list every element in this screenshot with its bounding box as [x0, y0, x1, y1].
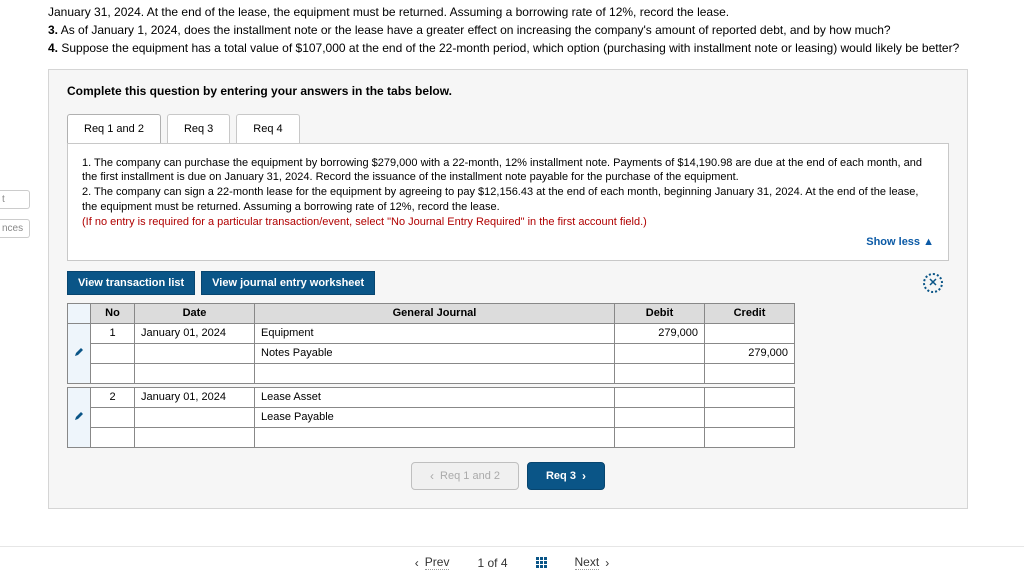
- view-buttons-row: View transaction list View journal entry…: [67, 271, 949, 295]
- chevron-left-icon: ‹: [415, 556, 419, 570]
- page-indicator: 1 of 4: [477, 556, 507, 570]
- cell-date-1c[interactable]: [135, 363, 255, 383]
- cell-debit-1b[interactable]: [615, 343, 705, 363]
- cell-credit-2c[interactable]: [705, 427, 795, 447]
- cell-debit-2b[interactable]: [615, 407, 705, 427]
- desc-part-1: 1. The company can purchase the equipmen…: [82, 157, 922, 184]
- cell-debit-1a[interactable]: 279,000: [615, 323, 705, 343]
- table-row: [68, 427, 795, 447]
- cell-credit-1b[interactable]: 279,000: [705, 343, 795, 363]
- view-journal-worksheet-button[interactable]: View journal entry worksheet: [201, 271, 375, 295]
- cell-date-1[interactable]: January 01, 2024: [135, 323, 255, 343]
- footer-prev-label: Prev: [425, 555, 450, 570]
- footer-nav: ‹ Prev 1 of 4 Next ›: [0, 546, 1024, 570]
- header-date: Date: [135, 303, 255, 323]
- cell-no-2[interactable]: 2: [91, 387, 135, 407]
- header-general-journal: General Journal: [255, 303, 615, 323]
- cell-date-2c[interactable]: [135, 427, 255, 447]
- cell-account-2a[interactable]: Lease Asset: [255, 387, 615, 407]
- desc-part-2: 2. The company can sign a 22-month lease…: [82, 186, 918, 213]
- cell-debit-2c[interactable]: [615, 427, 705, 447]
- journal-entry-table: No Date General Journal Debit Credit 1 J…: [67, 303, 795, 448]
- question-prompt: January 31, 2024. At the end of the leas…: [0, 0, 1024, 69]
- cell-date-1b[interactable]: [135, 343, 255, 363]
- cell-no-2c[interactable]: [91, 427, 135, 447]
- tab-req-1-and-2[interactable]: Req 1 and 2: [67, 114, 161, 143]
- tab-req-3[interactable]: Req 3: [167, 114, 230, 143]
- next-req-button[interactable]: Req 3 ›: [527, 462, 605, 490]
- next-req-label: Req 3: [546, 470, 576, 482]
- prompt-line-3: 4. Suppose the equipment has a total val…: [48, 40, 976, 56]
- cell-no-1[interactable]: 1: [91, 323, 135, 343]
- desc-note: (If no entry is required for a particula…: [82, 216, 647, 228]
- cell-debit-1c[interactable]: [615, 363, 705, 383]
- table-row: [68, 363, 795, 383]
- prev-req-label: Req 1 and 2: [440, 470, 500, 482]
- panel-instruction: Complete this question by entering your …: [67, 84, 949, 98]
- header-debit: Debit: [615, 303, 705, 323]
- table-header-row: No Date General Journal Debit Credit: [68, 303, 795, 323]
- footer-prev-button[interactable]: ‹ Prev: [415, 555, 450, 570]
- table-row: 1 January 01, 2024 Equipment 279,000: [68, 323, 795, 343]
- cell-account-2b[interactable]: Lease Payable: [255, 407, 615, 427]
- footer-next-label: Next: [575, 555, 600, 570]
- cell-credit-2b[interactable]: [705, 407, 795, 427]
- tab-nav-pills: ‹ Req 1 and 2 Req 3 ›: [67, 462, 949, 490]
- answer-panel: Complete this question by entering your …: [48, 69, 968, 509]
- cell-account-1b[interactable]: Notes Payable: [255, 343, 615, 363]
- left-stub-1: t: [0, 190, 30, 209]
- chevron-left-icon: ‹: [430, 469, 434, 483]
- chevron-right-icon: ›: [605, 556, 609, 570]
- requirement-description: 1. The company can purchase the equipmen…: [82, 156, 934, 230]
- cell-account-2c[interactable]: [255, 427, 615, 447]
- table-row: Notes Payable 279,000: [68, 343, 795, 363]
- chevron-right-icon: ›: [582, 469, 586, 483]
- cell-date-2b[interactable]: [135, 407, 255, 427]
- prompt-line-1: January 31, 2024. At the end of the leas…: [48, 4, 976, 20]
- header-no: No: [91, 303, 135, 323]
- close-icon[interactable]: ✕: [923, 273, 943, 293]
- edit-entry-2-button[interactable]: [68, 387, 91, 447]
- tab-body: 1. The company can purchase the equipmen…: [67, 143, 949, 261]
- footer-next-button[interactable]: Next ›: [575, 555, 610, 570]
- cell-no-2b[interactable]: [91, 407, 135, 427]
- tab-req-4[interactable]: Req 4: [236, 114, 299, 143]
- header-edit: [68, 303, 91, 323]
- prompt-line-2: 3. As of January 1, 2024, does the insta…: [48, 22, 976, 38]
- cell-no-1c[interactable]: [91, 363, 135, 383]
- cell-credit-1a[interactable]: [705, 323, 795, 343]
- table-row: 2 January 01, 2024 Lease Asset: [68, 387, 795, 407]
- cell-account-1a[interactable]: Equipment: [255, 323, 615, 343]
- table-row: Lease Payable: [68, 407, 795, 427]
- edit-entry-1-button[interactable]: [68, 323, 91, 383]
- pencil-icon: [74, 411, 84, 421]
- cell-date-2[interactable]: January 01, 2024: [135, 387, 255, 407]
- view-transaction-list-button[interactable]: View transaction list: [67, 271, 195, 295]
- cell-no-1b[interactable]: [91, 343, 135, 363]
- cell-credit-2a[interactable]: [705, 387, 795, 407]
- requirement-tabs: Req 1 and 2 Req 3 Req 4: [67, 114, 949, 143]
- header-credit: Credit: [705, 303, 795, 323]
- prev-req-button[interactable]: ‹ Req 1 and 2: [411, 462, 519, 490]
- left-cutoff-labels: t nces: [0, 190, 30, 238]
- cell-account-1c[interactable]: [255, 363, 615, 383]
- cell-debit-2a[interactable]: [615, 387, 705, 407]
- cell-credit-1c[interactable]: [705, 363, 795, 383]
- grid-icon[interactable]: [536, 557, 547, 568]
- left-stub-2: nces: [0, 219, 30, 238]
- pencil-icon: [74, 347, 84, 357]
- show-less-toggle[interactable]: Show less ▲: [82, 236, 934, 248]
